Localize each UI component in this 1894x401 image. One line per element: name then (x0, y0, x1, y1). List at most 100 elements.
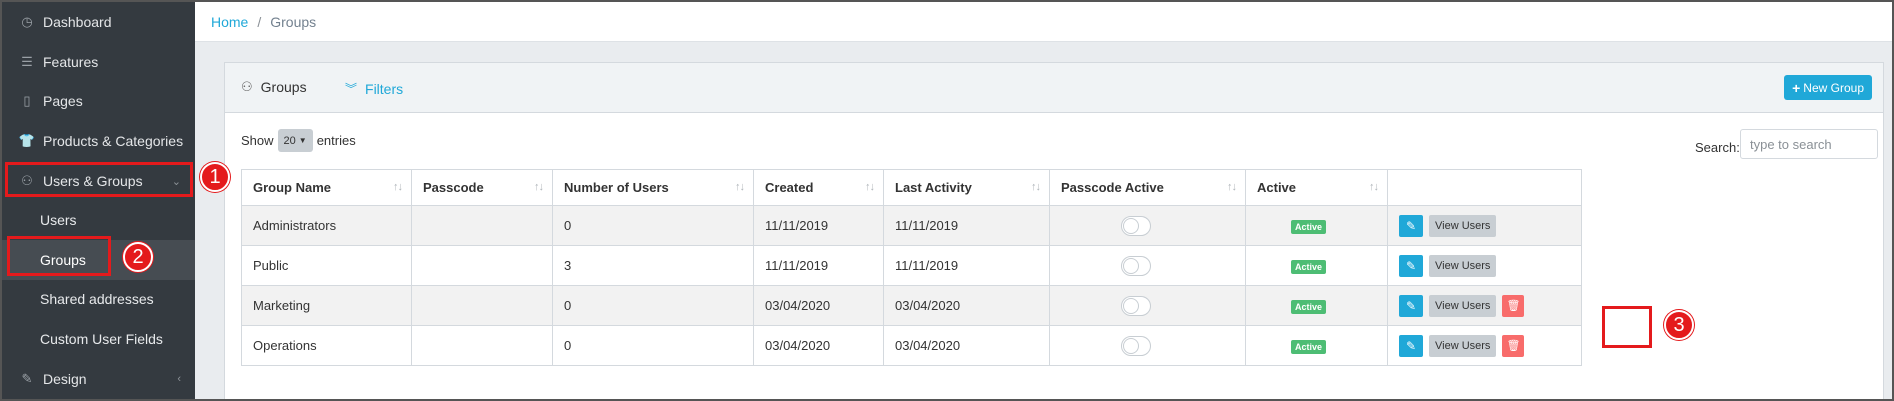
view-users-button[interactable]: View Users (1429, 334, 1497, 357)
table-row: Administrators 0 11/11/2019 11/11/2019 A… (241, 205, 1582, 246)
sidebar-item-design[interactable]: ✎ Design ‹ (2, 359, 195, 399)
cell-group-name: Marketing (241, 285, 412, 326)
column-header-number-of-users[interactable]: Number of Users ↑↓ (552, 169, 754, 206)
sidebar-subitem-label: Custom User Fields (40, 331, 163, 347)
step-3-marker: 3 (1664, 310, 1694, 340)
chevron-down-icon: ⌄ (171, 175, 181, 188)
sidebar-subitem-groups[interactable]: Groups (2, 240, 195, 280)
cell-number-of-users: 0 (552, 205, 754, 246)
double-chevron-down-icon: ︾ (345, 82, 358, 96)
edit-button[interactable]: ✎ (1399, 214, 1423, 237)
cell-group-name: Public (241, 245, 412, 286)
cell-passcode (411, 325, 553, 366)
cell-passcode-active (1049, 245, 1246, 286)
column-header-actions (1387, 169, 1582, 206)
view-users-button[interactable]: View Users (1429, 294, 1497, 317)
toggle-knob (1123, 337, 1139, 354)
entries-label: entries (316, 133, 356, 148)
new-group-label: New Group (1803, 80, 1864, 95)
cell-group-name: Administrators (241, 205, 412, 246)
view-users-button[interactable]: View Users (1429, 214, 1497, 237)
cell-active: Active (1245, 285, 1388, 326)
sidebar-subitem-label: Users (40, 212, 77, 228)
sidebar-item-dashboard[interactable]: ◷ Dashboard (2, 2, 195, 42)
column-header-created[interactable]: Created ↑↓ (753, 169, 884, 206)
table-row: Public 3 11/11/2019 11/11/2019 Active ✎ … (241, 245, 1582, 286)
sidebar-item-pages[interactable]: ▯ Pages (2, 81, 195, 121)
dashboard-icon: ◷ (21, 14, 33, 29)
cell-last-activity: 11/11/2019 (883, 205, 1050, 246)
user-icon: ⚇ (21, 173, 33, 188)
sidebar-subitem-shared-addresses[interactable]: Shared addresses (2, 279, 195, 319)
cell-created: 03/04/2020 (753, 325, 884, 366)
column-header-group-name[interactable]: Group Name ↑↓ (241, 169, 412, 206)
edit-button[interactable]: ✎ (1399, 334, 1423, 357)
edit-button[interactable]: ✎ (1399, 294, 1423, 317)
cell-passcode (411, 285, 553, 326)
card-title: ⚇ Groups (241, 79, 307, 95)
breadcrumb-home-link[interactable]: Home (211, 14, 248, 30)
sidebar-subitem-users[interactable]: Users (2, 200, 195, 240)
sidebar-item-label: Features (43, 54, 99, 70)
filters-toggle[interactable]: ︾ Filters (345, 80, 403, 97)
sidebar-subitem-label: Shared addresses (40, 291, 154, 307)
file-icon: ▯ (23, 93, 31, 108)
cell-active: Active (1245, 205, 1388, 246)
cell-actions: ✎ View Users (1387, 245, 1582, 286)
sort-icon: ↑↓ (1227, 181, 1237, 193)
table-header-row: Group Name ↑↓ Passcode ↑↓ Number of Users ↑… (241, 169, 1582, 206)
sort-icon: ↑↓ (534, 181, 544, 193)
cell-passcode-active (1049, 285, 1246, 326)
card-header: ⚇ Groups ︾ Filters + New Group (225, 63, 1883, 113)
entries-value: 20 (283, 134, 296, 147)
trash-icon: 🗑 (1506, 340, 1521, 352)
users-icon: ⚇ (241, 79, 253, 94)
edit-icon: ✎ (1405, 338, 1417, 353)
passcode-active-toggle[interactable] (1121, 255, 1151, 276)
cell-created: 11/11/2019 (753, 245, 884, 286)
table-row: Operations 0 03/04/2020 03/04/2020 Activ… (241, 325, 1582, 366)
status-badge: Active (1291, 259, 1327, 274)
cell-last-activity: 03/04/2020 (883, 285, 1050, 326)
brush-icon: ✎ (21, 371, 33, 386)
sort-icon: ↑↓ (393, 181, 403, 193)
new-group-button[interactable]: + New Group (1784, 75, 1872, 100)
sidebar-item-label: Dashboard (43, 14, 112, 30)
cell-active: Active (1245, 245, 1388, 286)
sidebar-item-label: Users & Groups (43, 173, 143, 189)
sort-icon: ↑↓ (735, 181, 745, 193)
entries-select[interactable]: 20 ▼ (277, 129, 313, 152)
plus-icon: + (1792, 79, 1801, 96)
filters-label: Filters (365, 80, 404, 97)
edit-icon: ✎ (1405, 218, 1417, 233)
passcode-active-toggle[interactable] (1121, 215, 1151, 236)
cell-actions: ✎ View Users 🗑 (1387, 285, 1582, 326)
delete-button[interactable]: 🗑 (1502, 294, 1525, 317)
list-icon: ☰ (21, 54, 33, 69)
sidebar-item-label: Design (43, 371, 87, 387)
column-header-last-activity[interactable]: Last Activity ↑↓ (883, 169, 1050, 206)
delete-button[interactable]: 🗑 (1502, 334, 1525, 357)
cell-group-name: Operations (241, 325, 412, 366)
sort-icon: ↑↓ (1369, 181, 1379, 193)
sidebar-item-users-groups[interactable]: ⚇ Users & Groups ⌄ (2, 161, 195, 201)
passcode-active-toggle[interactable] (1121, 295, 1151, 316)
column-header-passcode[interactable]: Passcode ↑↓ (411, 169, 553, 206)
view-users-button[interactable]: View Users (1429, 254, 1497, 277)
sidebar-subitem-custom-user-fields[interactable]: Custom User Fields (2, 319, 195, 359)
breadcrumb-separator: / (257, 13, 262, 30)
cell-created: 03/04/2020 (753, 285, 884, 326)
search-input[interactable] (1740, 129, 1878, 159)
edit-button[interactable]: ✎ (1399, 254, 1423, 277)
sidebar-item-label: Pages (43, 93, 83, 109)
sidebar-item-features[interactable]: ☰ Features (2, 42, 195, 82)
sidebar-item-products-categories[interactable]: 👕 Products & Categories ‹ (2, 121, 195, 161)
cell-created: 11/11/2019 (753, 205, 884, 246)
status-badge: Active (1291, 219, 1327, 234)
status-badge: Active (1291, 339, 1327, 354)
cell-actions: ✎ View Users 🗑 (1387, 325, 1582, 366)
column-header-active[interactable]: Active ↑↓ (1245, 169, 1388, 206)
passcode-active-toggle[interactable] (1121, 335, 1151, 356)
sidebar-item-label: Products & Categories (43, 133, 184, 149)
column-header-passcode-active[interactable]: Passcode Active ↑↓ (1049, 169, 1246, 206)
